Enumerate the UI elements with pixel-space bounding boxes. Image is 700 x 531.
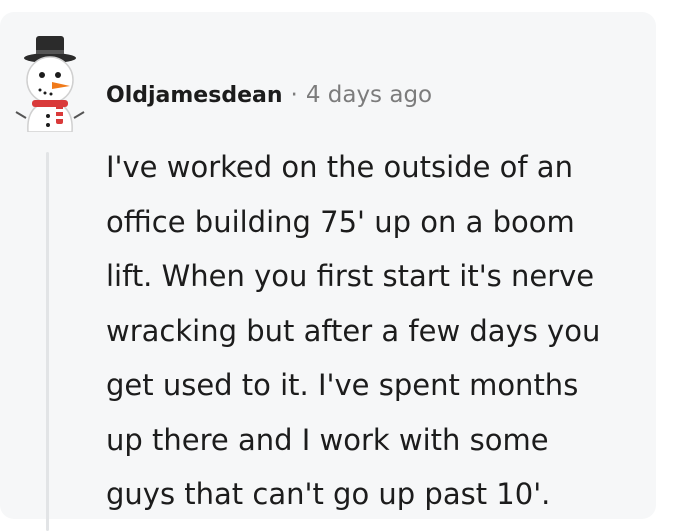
comment-body-line: lift. When you first start it's nerve (106, 259, 595, 293)
comment-body-line: guys that can't go up past 10'. (106, 477, 551, 511)
snowman-avatar-icon[interactable] (12, 34, 88, 133)
comment-body-line: get used to it. I've spent months (106, 368, 579, 402)
comment-meta: Oldjamesdean · 4 days ago (106, 78, 432, 113)
comment-body-line: I've worked on the outside of an (106, 150, 573, 184)
meta-separator: · (290, 82, 298, 108)
comment-body-line: wracking but after a few days you (106, 313, 601, 348)
comment-card: Oldjamesdean · 4 days ago I've worked on t… (0, 12, 656, 531)
comment-body: I've worked on the outside of an office … (106, 140, 666, 522)
username-link[interactable]: Oldjamesdean (106, 83, 283, 108)
thread-collapse-line[interactable] (46, 152, 49, 531)
comment-body-line: up there and I work with some (106, 422, 549, 457)
comment-body-line: office building 75' up on a boom (106, 204, 575, 239)
timestamp-link[interactable]: 4 days ago (306, 82, 432, 108)
